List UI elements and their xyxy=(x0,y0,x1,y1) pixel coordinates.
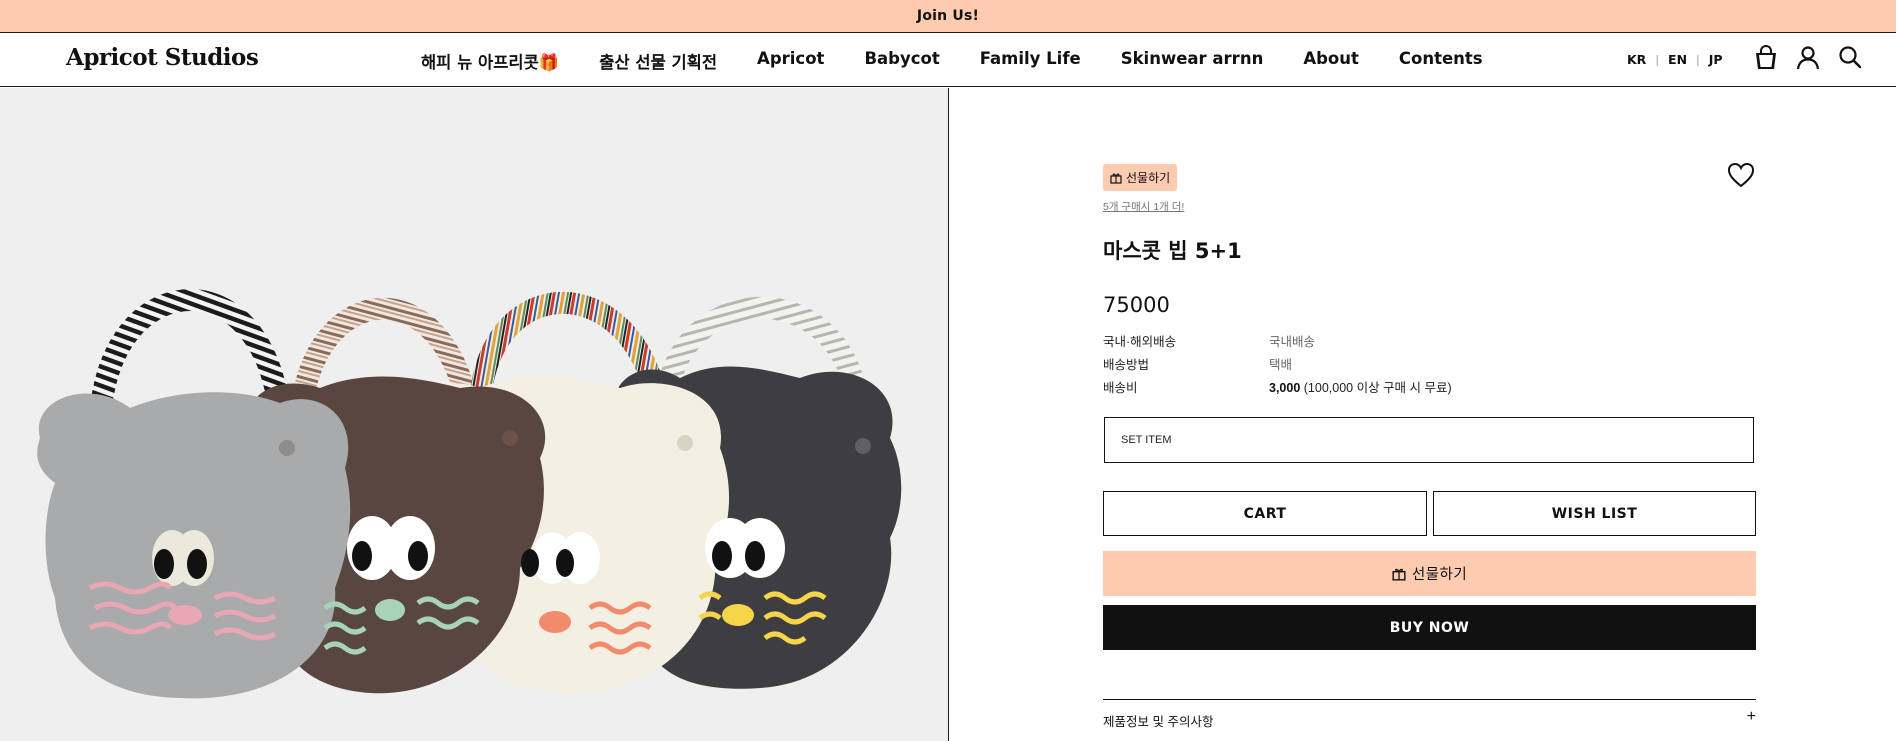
gift-icon xyxy=(1392,568,1406,581)
gift-tag-label: 선물하기 xyxy=(1126,171,1171,185)
nav-item-family-life[interactable]: Family Life xyxy=(980,49,1081,73)
lang-en[interactable]: EN xyxy=(1668,52,1687,67)
logo[interactable]: Apricot Studios xyxy=(66,44,259,71)
nav-item-birth-gift[interactable]: 출산 선물 기획전 xyxy=(599,49,717,73)
nav-item-skinwear[interactable]: Skinwear arrnn xyxy=(1121,49,1264,73)
nav-item-apricot[interactable]: Apricot xyxy=(757,49,824,73)
nav-item-happy-new[interactable]: 해피 뉴 아프리콧🎁 xyxy=(421,49,559,73)
spec-label: 국내·해외배송 xyxy=(1103,335,1177,349)
spec-label: 배송방법 xyxy=(1103,358,1150,372)
gift-button[interactable]: 선물하기 xyxy=(1103,551,1756,596)
shipping-fee: 3,000 xyxy=(1269,381,1301,395)
promo-link[interactable]: 5개 구매시 1개 더! xyxy=(1103,199,1184,214)
nav-item-about[interactable]: About xyxy=(1303,49,1359,73)
nav-item-babycot[interactable]: Babycot xyxy=(864,49,939,73)
spec-row-shipping-fee: 배송비 3,000 (100,000 이상 구매 시 무료) xyxy=(1103,377,1703,396)
search-icon[interactable] xyxy=(1836,44,1864,72)
gift-tag[interactable]: 선물하기 xyxy=(1103,164,1178,191)
site-header: Apricot Studios 해피 뉴 아프리콧🎁 출산 선물 기획전 Apr… xyxy=(0,34,1896,87)
buy-now-button[interactable]: BUY NOW xyxy=(1103,605,1756,650)
spec-label: 배송비 xyxy=(1103,381,1138,395)
account-icon[interactable] xyxy=(1794,44,1822,72)
cart-icon[interactable] xyxy=(1752,44,1780,72)
accordion-label: 제품정보 및 주의사항 xyxy=(1103,715,1214,729)
plus-icon: + xyxy=(1746,708,1756,725)
product-price: 75000 xyxy=(1103,293,1170,317)
shipping-fee-note: (100,000 이상 구매 시 무료) xyxy=(1300,381,1452,395)
wishlist-button[interactable]: WISH LIST xyxy=(1433,491,1756,536)
heart-icon[interactable] xyxy=(1727,162,1755,188)
lang-kr[interactable]: KR xyxy=(1627,52,1646,67)
cart-button[interactable]: CART xyxy=(1103,491,1427,536)
announcement-bar[interactable]: Join Us! xyxy=(0,0,1896,33)
gift-icon xyxy=(1110,173,1122,184)
option-select[interactable]: SET ITEM xyxy=(1104,417,1754,463)
gift-button-label: 선물하기 xyxy=(1411,567,1468,583)
spec-row-shipping-scope: 국내·해외배송 국내배송 xyxy=(1103,331,1703,350)
spec-row-shipping-method: 배송방법 택배 xyxy=(1103,354,1703,373)
main-nav: 해피 뉴 아프리콧🎁 출산 선물 기획전 Apricot Babycot Fam… xyxy=(421,49,1483,73)
lang-divider: | xyxy=(1696,53,1700,66)
lang-jp[interactable]: JP xyxy=(1709,52,1723,67)
language-switcher: KR | EN | JP xyxy=(1627,52,1723,67)
spec-value: 택배 xyxy=(1269,358,1293,372)
nav-item-contents[interactable]: Contents xyxy=(1399,49,1483,73)
product-info-accordion[interactable]: 제품정보 및 주의사항 + xyxy=(1103,699,1756,730)
product-info: 선물하기 5개 구매시 1개 더! 마스콧 빕 5+1 75000 국내·해외배… xyxy=(1103,88,1756,741)
product-title: 마스콧 빕 5+1 xyxy=(1103,239,1242,263)
lang-divider: | xyxy=(1655,53,1660,66)
product-image[interactable] xyxy=(0,88,949,741)
header-icons xyxy=(1752,44,1864,72)
announcement-text[interactable]: Join Us! xyxy=(917,8,979,24)
spec-value: 국내배송 xyxy=(1269,335,1316,349)
spec-value: 3,000 (100,000 이상 구매 시 무료) xyxy=(1269,377,1452,396)
